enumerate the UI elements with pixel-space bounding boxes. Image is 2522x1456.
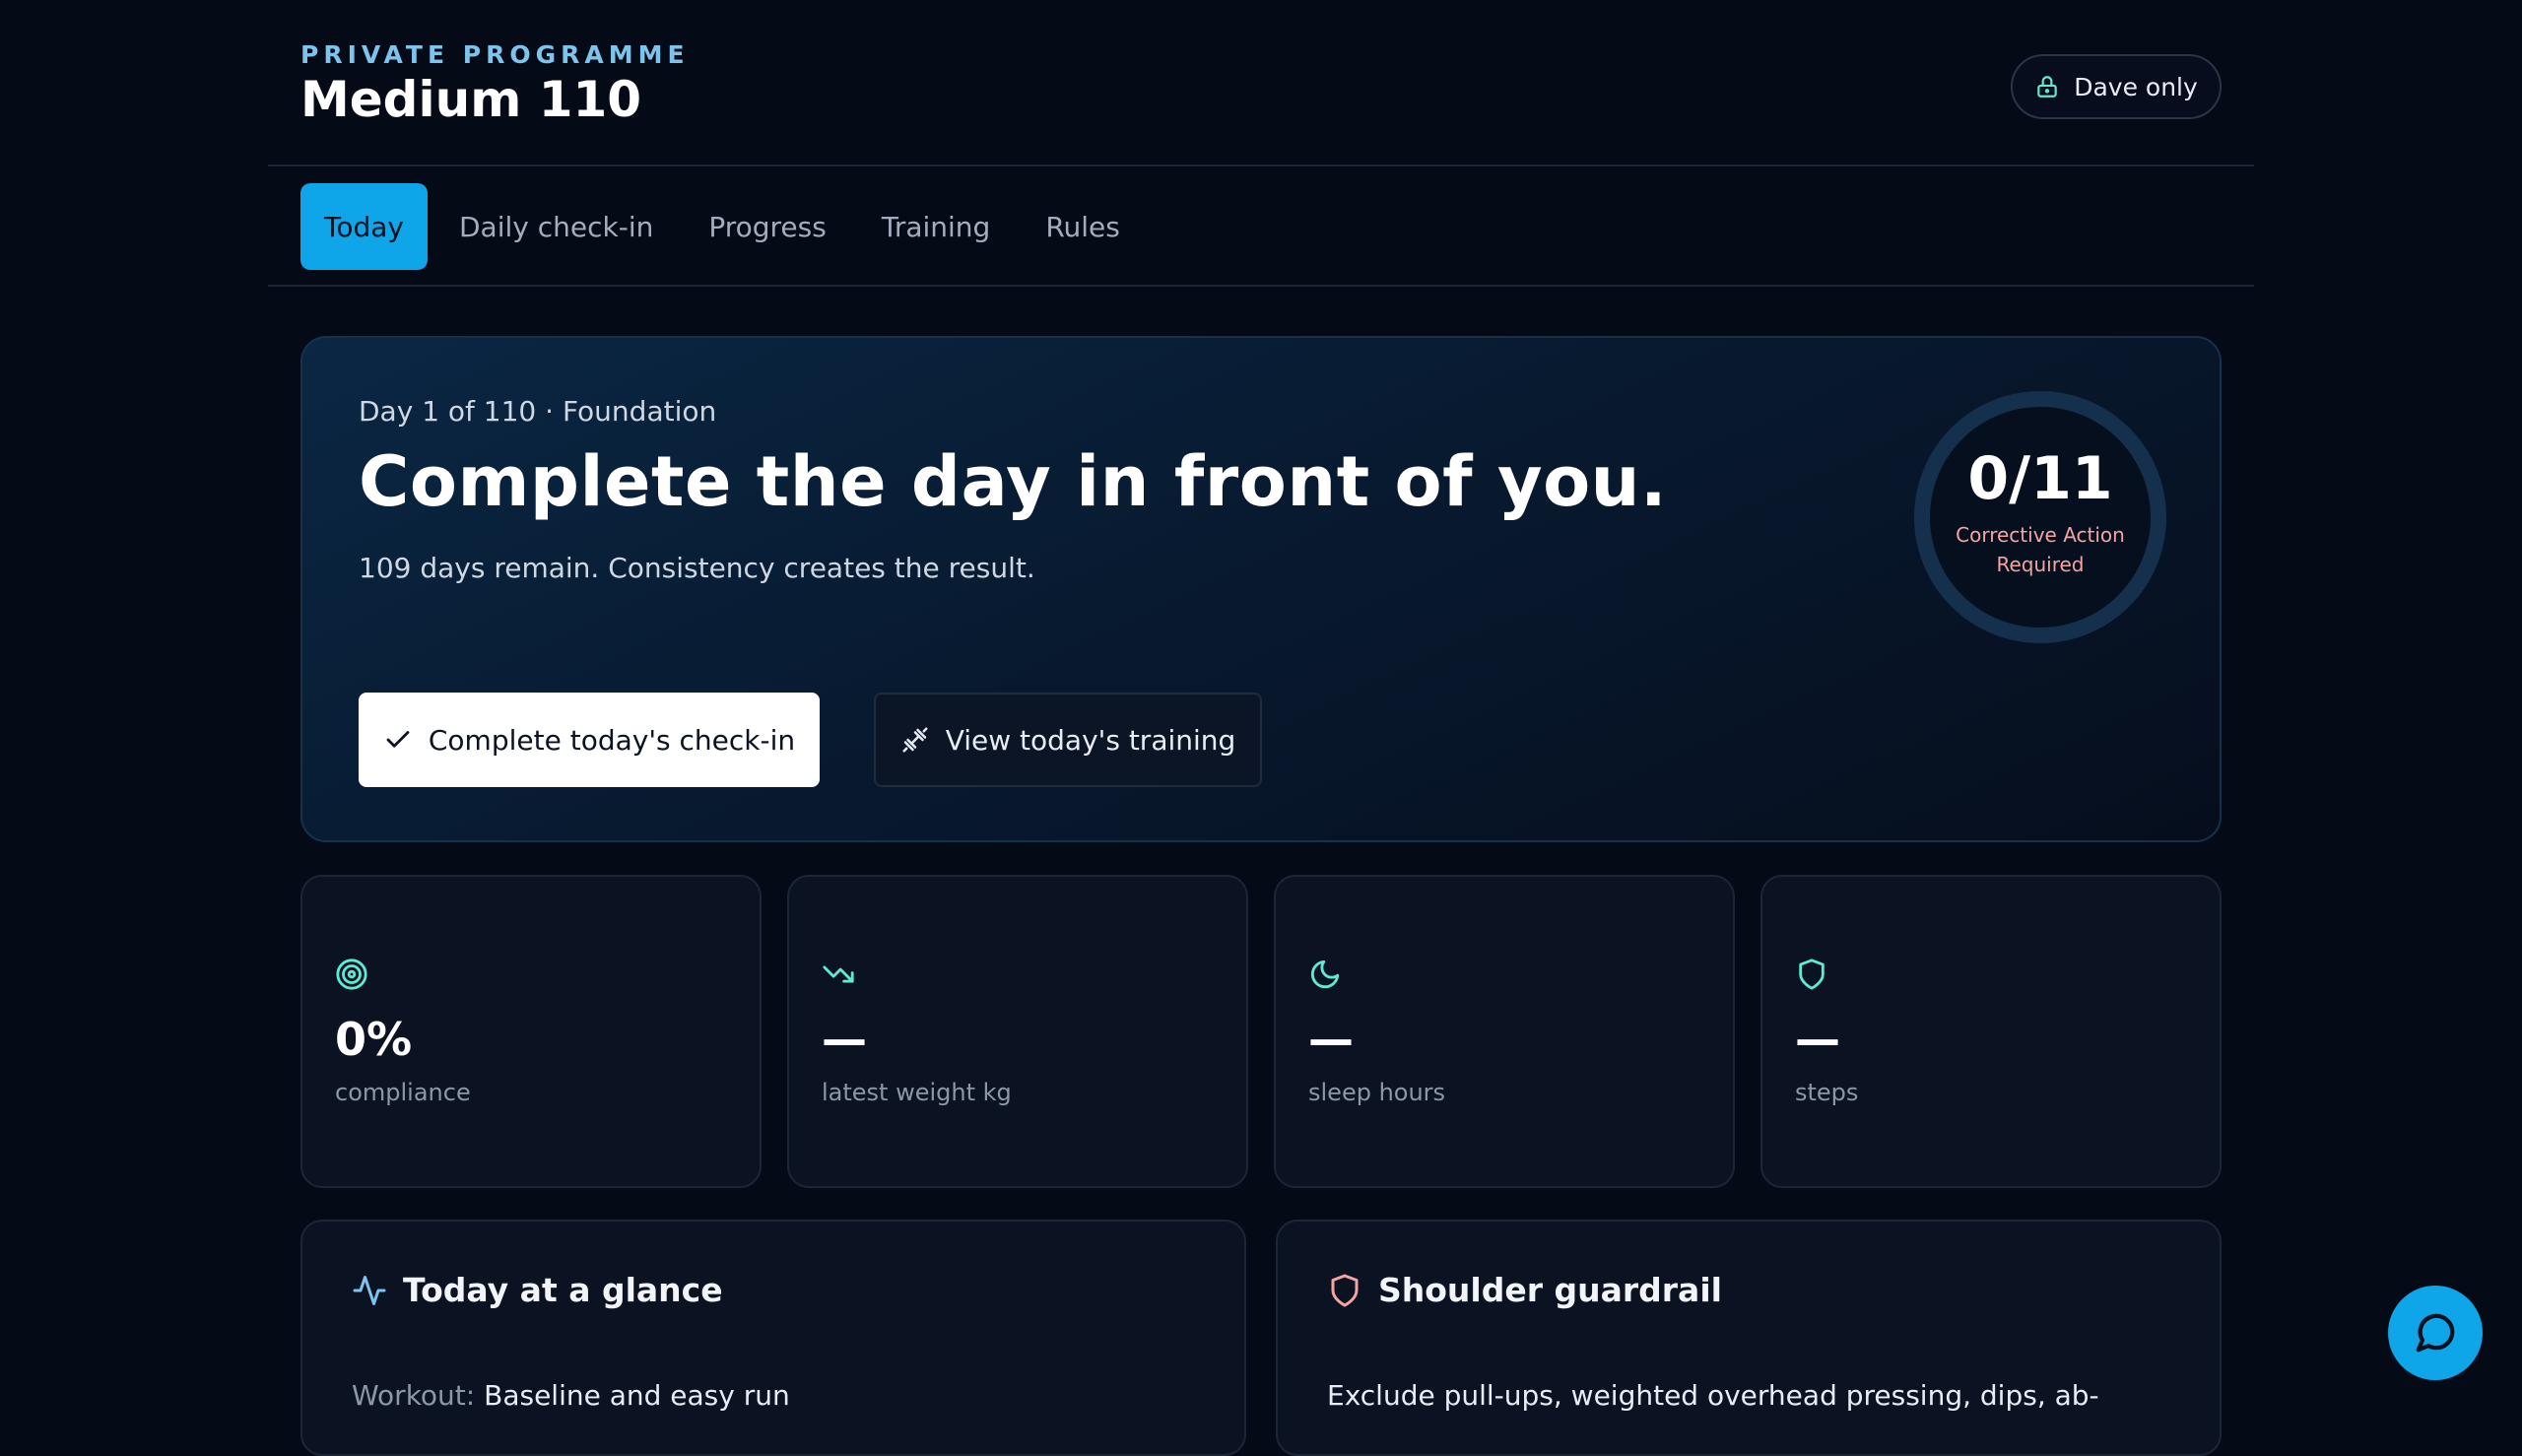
stat-value: — <box>822 1013 867 1066</box>
tab-progress[interactable]: Progress <box>685 183 850 270</box>
stat-value: — <box>1308 1013 1354 1066</box>
tab-today[interactable]: Today <box>300 183 428 270</box>
today-at-a-glance-card: Today at a glance Workout: Baseline and … <box>300 1220 1246 1456</box>
page: PRIVATE PROGRAMME Medium 110 Dave only T… <box>268 0 2254 1456</box>
glance-title-text: Today at a glance <box>403 1271 723 1309</box>
stat-value: — <box>1795 1013 1840 1066</box>
moon-icon <box>1310 960 1340 989</box>
shield-icon <box>1799 959 1825 990</box>
stat-value: 0% <box>335 1013 413 1066</box>
stat-label: steps <box>1795 1079 1859 1106</box>
stat-label: compliance <box>335 1079 471 1106</box>
activity-icon <box>353 1275 386 1305</box>
stat-label: latest weight kg <box>822 1079 1012 1106</box>
shield-icon <box>1331 1274 1359 1306</box>
shoulder-title: Shoulder guardrail <box>1327 1271 1722 1309</box>
tab-daily-check-in[interactable]: Daily check-in <box>435 183 677 270</box>
header-divider <box>268 165 2254 166</box>
today-hero-card: Day 1 of 110 · Foundation Complete the d… <box>300 336 2222 842</box>
target-icon <box>336 959 367 990</box>
hero-description: 109 days remain. Consistency creates the… <box>359 552 1035 584</box>
complete-check-in-button[interactable]: Complete today's check-in <box>359 693 820 787</box>
tabs-divider <box>268 285 2254 287</box>
chat-button[interactable] <box>2388 1286 2483 1380</box>
view-training-label: View today's training <box>945 723 1236 757</box>
stat-card-weight: — latest weight kg <box>787 875 1248 1188</box>
page-title: Medium 110 <box>300 71 642 128</box>
workout-line: Workout: Baseline and easy run <box>352 1379 790 1412</box>
shoulder-guardrail-text: Exclude pull-ups, weighted overhead pres… <box>1327 1379 2099 1412</box>
access-label: Dave only <box>2074 72 2198 101</box>
glance-title: Today at a glance <box>352 1271 723 1309</box>
stat-card-compliance: 0% compliance <box>300 875 762 1188</box>
day-progress-subtitle: Day 1 of 110 · Foundation <box>359 395 717 428</box>
programme-eyebrow: PRIVATE PROGRAMME <box>300 40 690 69</box>
tab-rules[interactable]: Rules <box>1022 183 1144 270</box>
complete-check-in-label: Complete today's check-in <box>428 723 796 757</box>
stat-label: sleep hours <box>1308 1079 1446 1106</box>
view-training-button[interactable]: View today's training <box>874 693 1262 787</box>
shoulder-title-text: Shoulder guardrail <box>1378 1271 1722 1309</box>
hero-headline: Complete the day in front of you. <box>359 441 1668 522</box>
message-circle-icon <box>2416 1313 2455 1353</box>
access-badge[interactable]: Dave only <box>2011 54 2222 119</box>
stat-card-sleep: — sleep hours <box>1274 875 1735 1188</box>
stat-card-steps: — steps <box>1760 875 2222 1188</box>
score-status: Corrective Action Required <box>1956 523 2125 576</box>
workout-value: Baseline and easy run <box>484 1379 790 1412</box>
shoulder-guardrail-card: Shoulder guardrail Exclude pull-ups, wei… <box>1276 1220 2222 1456</box>
trending-down-icon <box>823 965 854 983</box>
workout-label: Workout: <box>352 1379 476 1412</box>
main-tabs: Today Daily check-in Progress Training R… <box>300 183 1144 270</box>
check-icon <box>386 731 410 748</box>
tab-training[interactable]: Training <box>858 183 1014 270</box>
dumbbell-icon <box>902 727 928 753</box>
daily-score-ring: 0/11 Corrective Action Required <box>1914 391 2166 643</box>
lock-icon <box>2037 76 2057 98</box>
daily-score: 0/11 <box>1967 444 2113 513</box>
